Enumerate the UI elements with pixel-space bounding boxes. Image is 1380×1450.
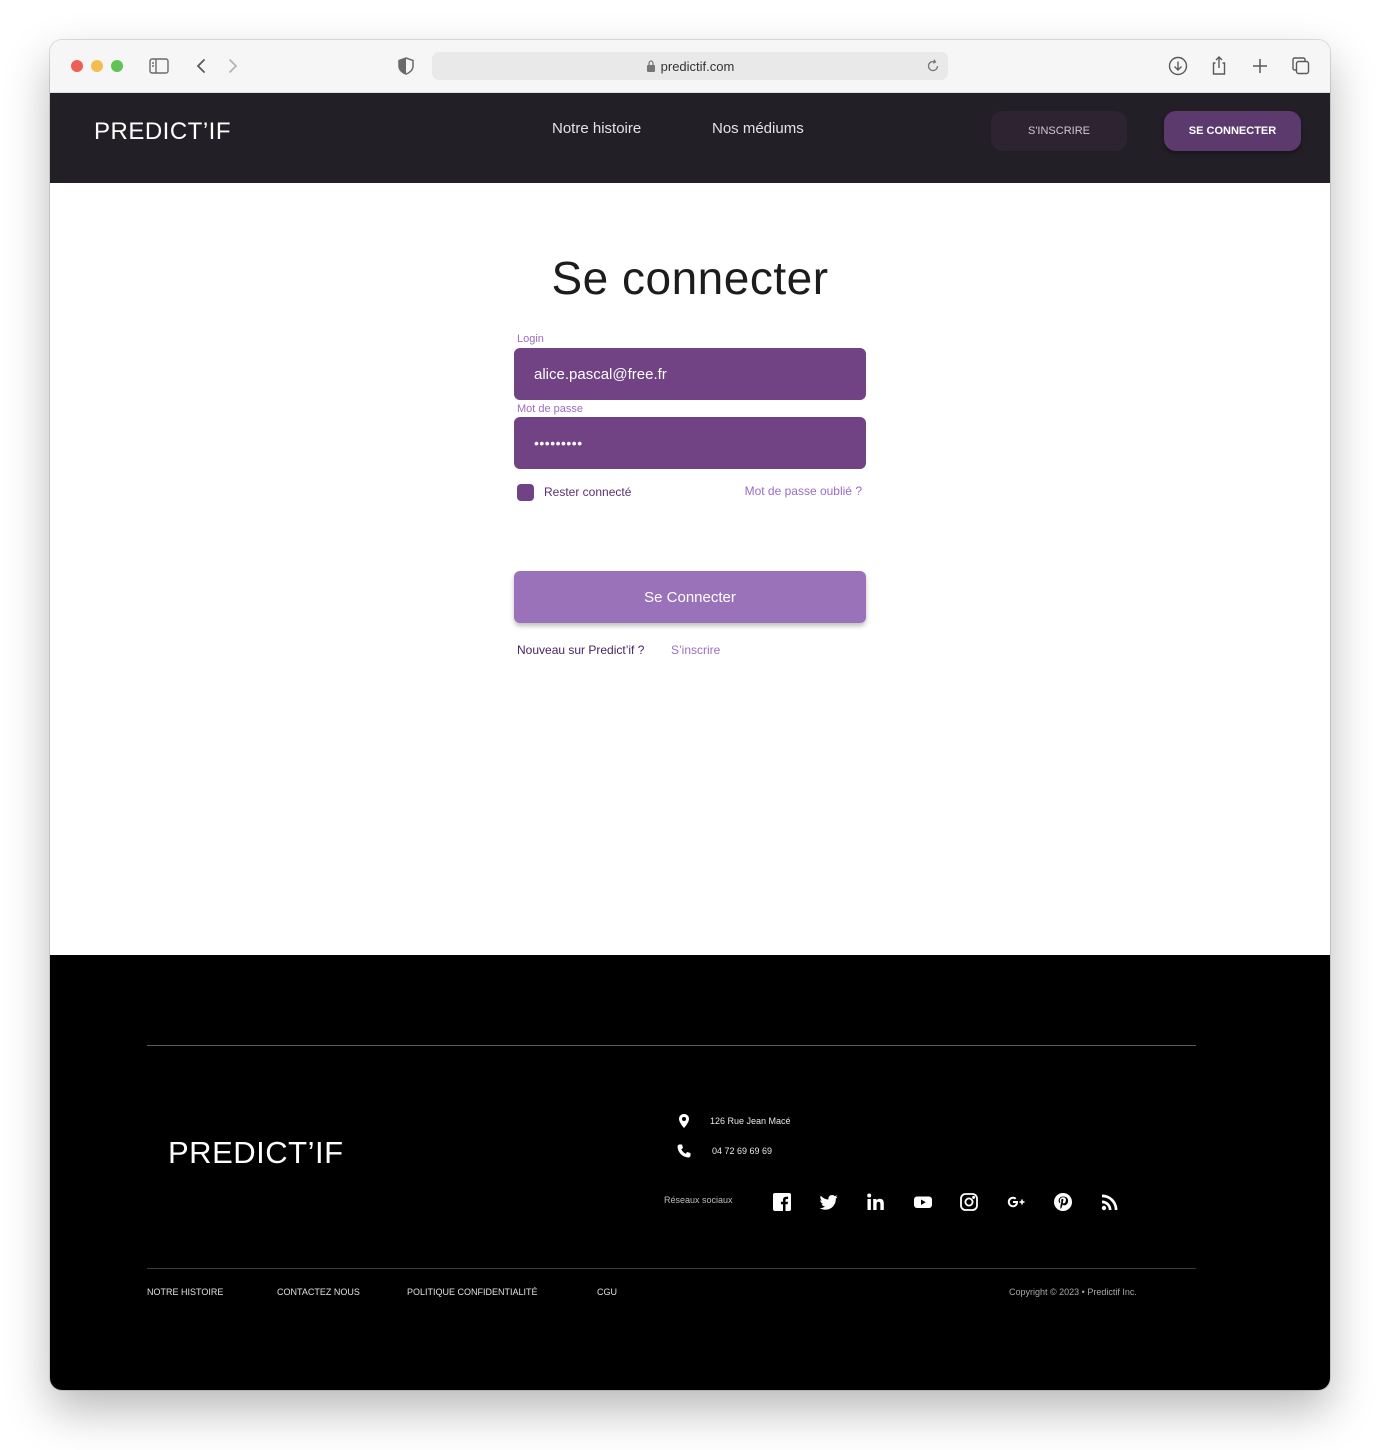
footer-bottom-divider <box>147 1268 1196 1269</box>
remember-me-checkbox[interactable] <box>517 484 534 501</box>
forward-icon[interactable] <box>221 54 245 78</box>
address-bar[interactable]: predictif.com <box>432 52 948 80</box>
password-input[interactable]: ••••••••• <box>514 417 866 469</box>
login-button[interactable]: SE CONNECTER <box>1164 111 1301 151</box>
login-input-value: alice.pascal@free.fr <box>534 365 667 383</box>
new-user-text: Nouveau sur Predict’if ? <box>517 643 645 657</box>
facebook-icon[interactable] <box>772 1192 792 1212</box>
site-footer: PREDICT’IF 126 Rue Jean Macé 04 72 69 69… <box>50 955 1330 1390</box>
share-icon[interactable] <box>1207 54 1231 78</box>
signup-link[interactable]: S’inscrire <box>671 643 720 657</box>
forgot-password-link[interactable]: Mot de passe oublié ? <box>734 484 862 498</box>
phone-icon <box>676 1143 692 1159</box>
downloads-icon[interactable] <box>1166 54 1190 78</box>
back-icon[interactable] <box>189 54 213 78</box>
footer-address-text: 126 Rue Jean Macé <box>710 1116 791 1126</box>
brand-logo[interactable]: PREDICT’IF <box>94 118 231 146</box>
password-label: Mot de passe <box>517 403 584 415</box>
privacy-shield-icon[interactable] <box>394 54 418 78</box>
page-title: Se connecter <box>551 252 829 304</box>
footer-address: 126 Rue Jean Macé <box>676 1113 791 1129</box>
footer-link-cgu[interactable]: CGU <box>597 1287 617 1297</box>
password-input-value: ••••••••• <box>534 435 583 451</box>
pinterest-icon[interactable] <box>1053 1192 1073 1212</box>
footer-link-notre-histoire[interactable]: NOTRE HISTOIRE <box>147 1287 223 1297</box>
nav-nos-mediums[interactable]: Nos médiums <box>712 120 804 137</box>
site-header: PREDICT’IF Notre histoire Nos médiums S'… <box>50 93 1330 183</box>
footer-link-contactez-nous[interactable]: CONTACTEZ NOUS <box>277 1287 360 1297</box>
nav-notre-histoire[interactable]: Notre histoire <box>552 120 641 137</box>
lock-icon <box>646 60 655 72</box>
browser-toolbar: predictif.com <box>50 40 1330 93</box>
copyright-text: Copyright © 2023 • Predictif Inc. <box>1009 1287 1137 1297</box>
reload-icon[interactable] <box>924 57 942 75</box>
footer-link-politique-confidentialite[interactable]: POLITIQUE CONFIDENTIALITÉ <box>407 1287 538 1297</box>
zoom-window-button[interactable] <box>111 60 123 72</box>
twitter-icon[interactable] <box>819 1192 839 1212</box>
browser-window: predictif.com PREDICT’IF Notre histoire … <box>50 40 1330 1390</box>
login-input[interactable]: alice.pascal@free.fr <box>514 348 866 400</box>
linkedin-icon[interactable] <box>866 1192 886 1212</box>
footer-brand-logo[interactable]: PREDICT’IF <box>168 1135 344 1171</box>
tab-overview-icon[interactable] <box>1289 54 1313 78</box>
login-label: Login <box>517 333 544 345</box>
remember-me-label[interactable]: Rester connecté <box>544 485 631 499</box>
url-text: predictif.com <box>660 58 735 74</box>
submit-login-button[interactable]: Se Connecter <box>514 571 866 623</box>
instagram-icon[interactable] <box>959 1192 979 1212</box>
footer-phone-text: 04 72 69 69 69 <box>712 1146 773 1156</box>
signup-button[interactable]: S'INSCRIRE <box>991 111 1127 151</box>
google-plus-icon[interactable] <box>1006 1192 1026 1212</box>
location-pin-icon <box>676 1113 692 1129</box>
login-page: Se connecter Login alice.pascal@free.fr … <box>50 183 1330 955</box>
footer-phone: 04 72 69 69 69 <box>676 1143 772 1159</box>
sidebar-toggle-icon[interactable] <box>147 54 171 78</box>
social-label: Réseaux sociaux <box>664 1195 733 1205</box>
youtube-icon[interactable] <box>913 1192 933 1212</box>
new-tab-icon[interactable] <box>1248 54 1272 78</box>
rss-icon[interactable] <box>1100 1192 1120 1212</box>
footer-divider <box>147 1045 1196 1046</box>
minimize-window-button[interactable] <box>91 60 103 72</box>
close-window-button[interactable] <box>71 60 83 72</box>
